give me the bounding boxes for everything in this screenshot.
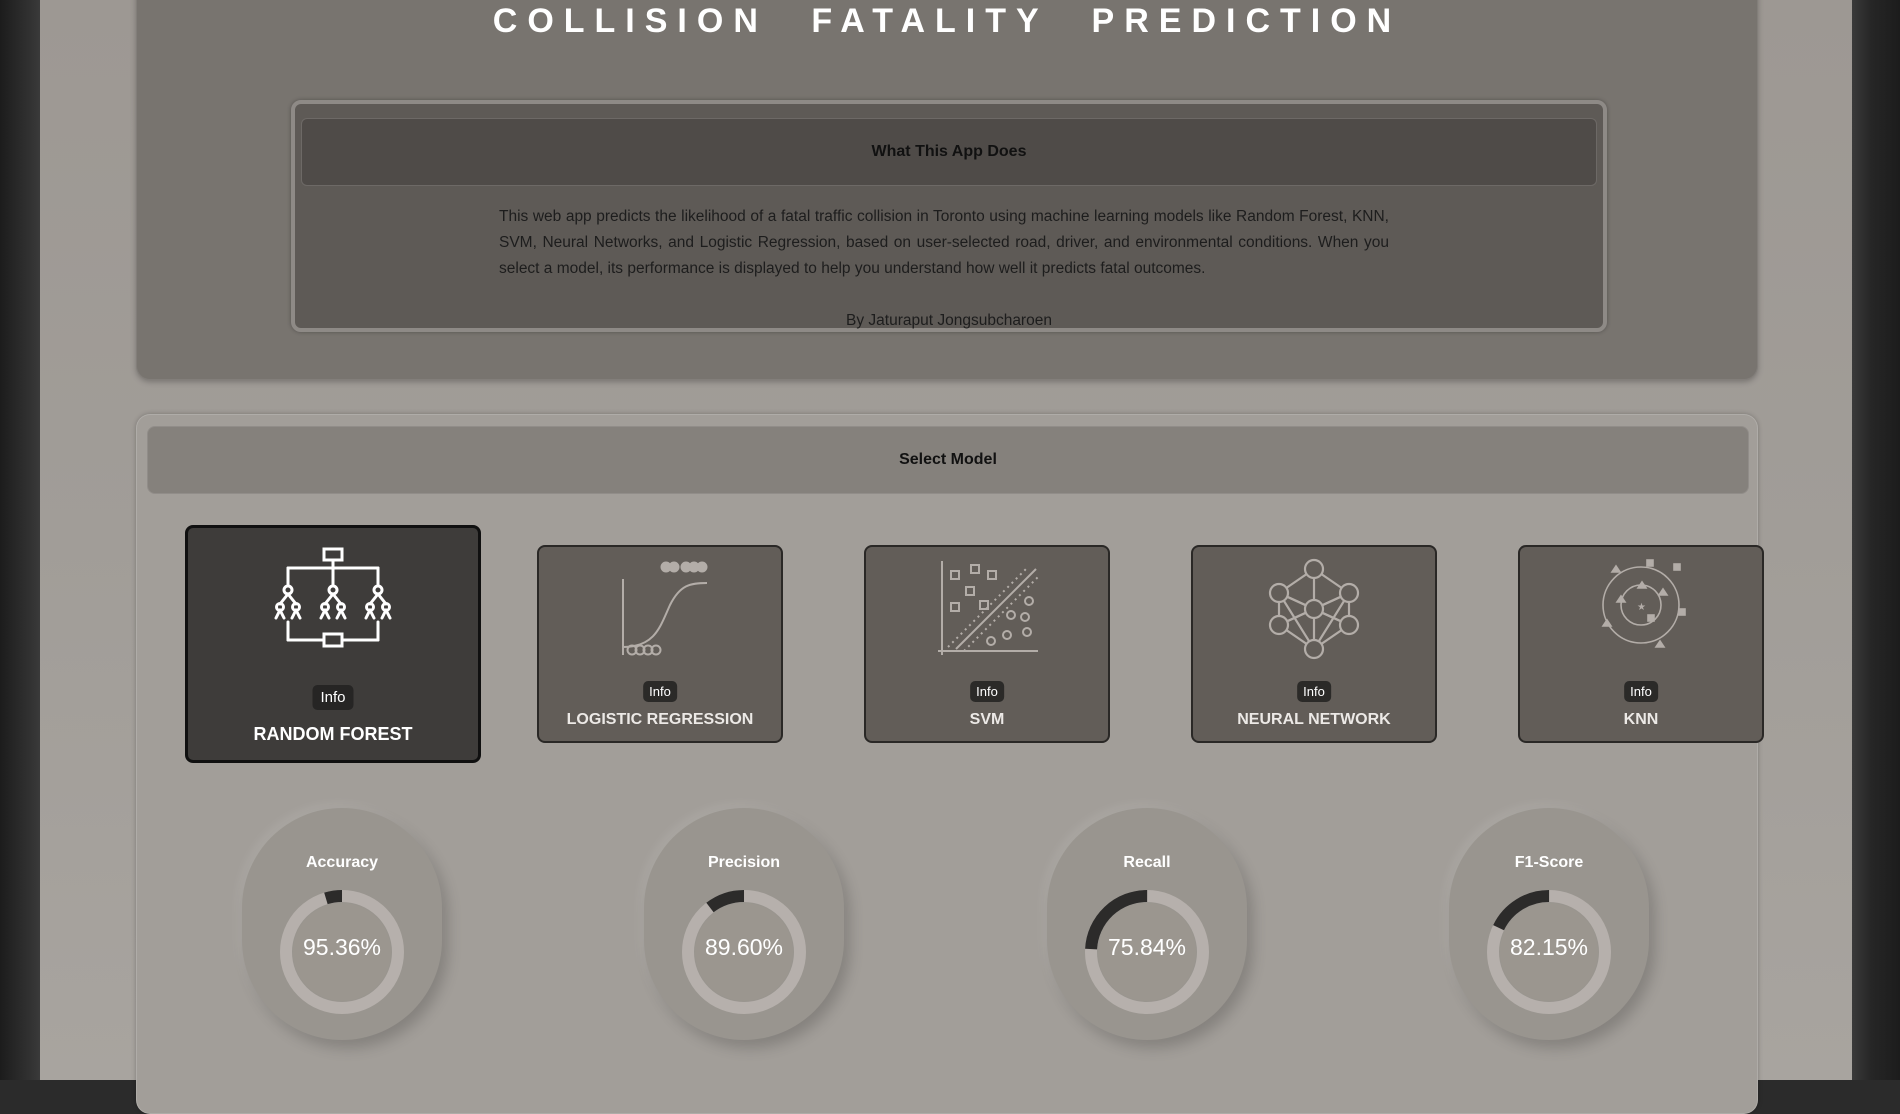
about-section: What This App Does This web app predicts… — [291, 100, 1607, 332]
metric-f1-score: F1-Score 82.15% — [1449, 808, 1649, 1040]
model-name: RANDOM FOREST — [253, 724, 413, 744]
decision-tree-icon — [274, 547, 392, 648]
knn-clusters-icon: ★ — [1601, 559, 1686, 648]
model-name: LOGISTIC REGRESSION — [566, 711, 754, 728]
metric-label: F1-Score — [1514, 854, 1584, 871]
neural-network-icon — [1268, 558, 1360, 660]
metric-label: Recall — [1123, 854, 1171, 871]
metric-label: Accuracy — [305, 854, 379, 871]
model-select-heading: Select Model — [147, 426, 1749, 494]
model-card-logistic-regression[interactable]: Info LOGISTIC REGRESSION — [537, 545, 783, 743]
model-name: SVM — [969, 711, 1005, 728]
header-panel: COLLISION FATALITY PREDICTION What This … — [136, 0, 1758, 380]
metric-accuracy: Accuracy 95.36% — [242, 808, 442, 1040]
model-card-random-forest[interactable]: Info RANDOM FOREST — [185, 525, 481, 763]
about-heading: What This App Does — [301, 118, 1597, 186]
metric-value: 89.60% — [704, 934, 783, 960]
info-button[interactable]: Info — [643, 681, 677, 702]
right-border — [1852, 0, 1900, 1080]
model-name: KNN — [1623, 711, 1659, 728]
app-page: COLLISION FATALITY PREDICTION What This … — [40, 0, 1852, 1114]
about-description: This web app predicts the likelihood of … — [499, 208, 1389, 277]
app-title: COLLISION FATALITY PREDICTION — [492, 2, 1402, 40]
author-credit: By Jaturaput Jongsubcharoen — [846, 312, 1052, 329]
model-name: NEURAL NETWORK — [1237, 711, 1391, 728]
left-border — [0, 0, 40, 1080]
sigmoid-curve-icon — [622, 561, 708, 656]
model-card-neural-network[interactable]: Info NEURAL NETWORK — [1191, 545, 1437, 743]
model-card-knn[interactable]: ★ Info KNN — [1518, 545, 1764, 743]
info-button[interactable]: Info — [970, 681, 1004, 702]
svm-hyperplane-icon — [938, 561, 1041, 655]
info-button[interactable]: Info — [1297, 681, 1331, 702]
info-button[interactable]: Info — [312, 685, 354, 710]
metric-value: 75.84% — [1107, 934, 1186, 960]
metric-precision: Precision 89.60% — [644, 808, 844, 1040]
info-button[interactable]: Info — [1624, 681, 1658, 702]
metric-label: Precision — [707, 854, 781, 871]
svg-text:★: ★ — [1637, 602, 1646, 613]
metric-value: 95.36% — [302, 934, 381, 960]
metric-value: 82.15% — [1509, 934, 1588, 960]
model-card-svm[interactable]: Info SVM — [864, 545, 1110, 743]
metric-recall: Recall 75.84% — [1047, 808, 1247, 1040]
